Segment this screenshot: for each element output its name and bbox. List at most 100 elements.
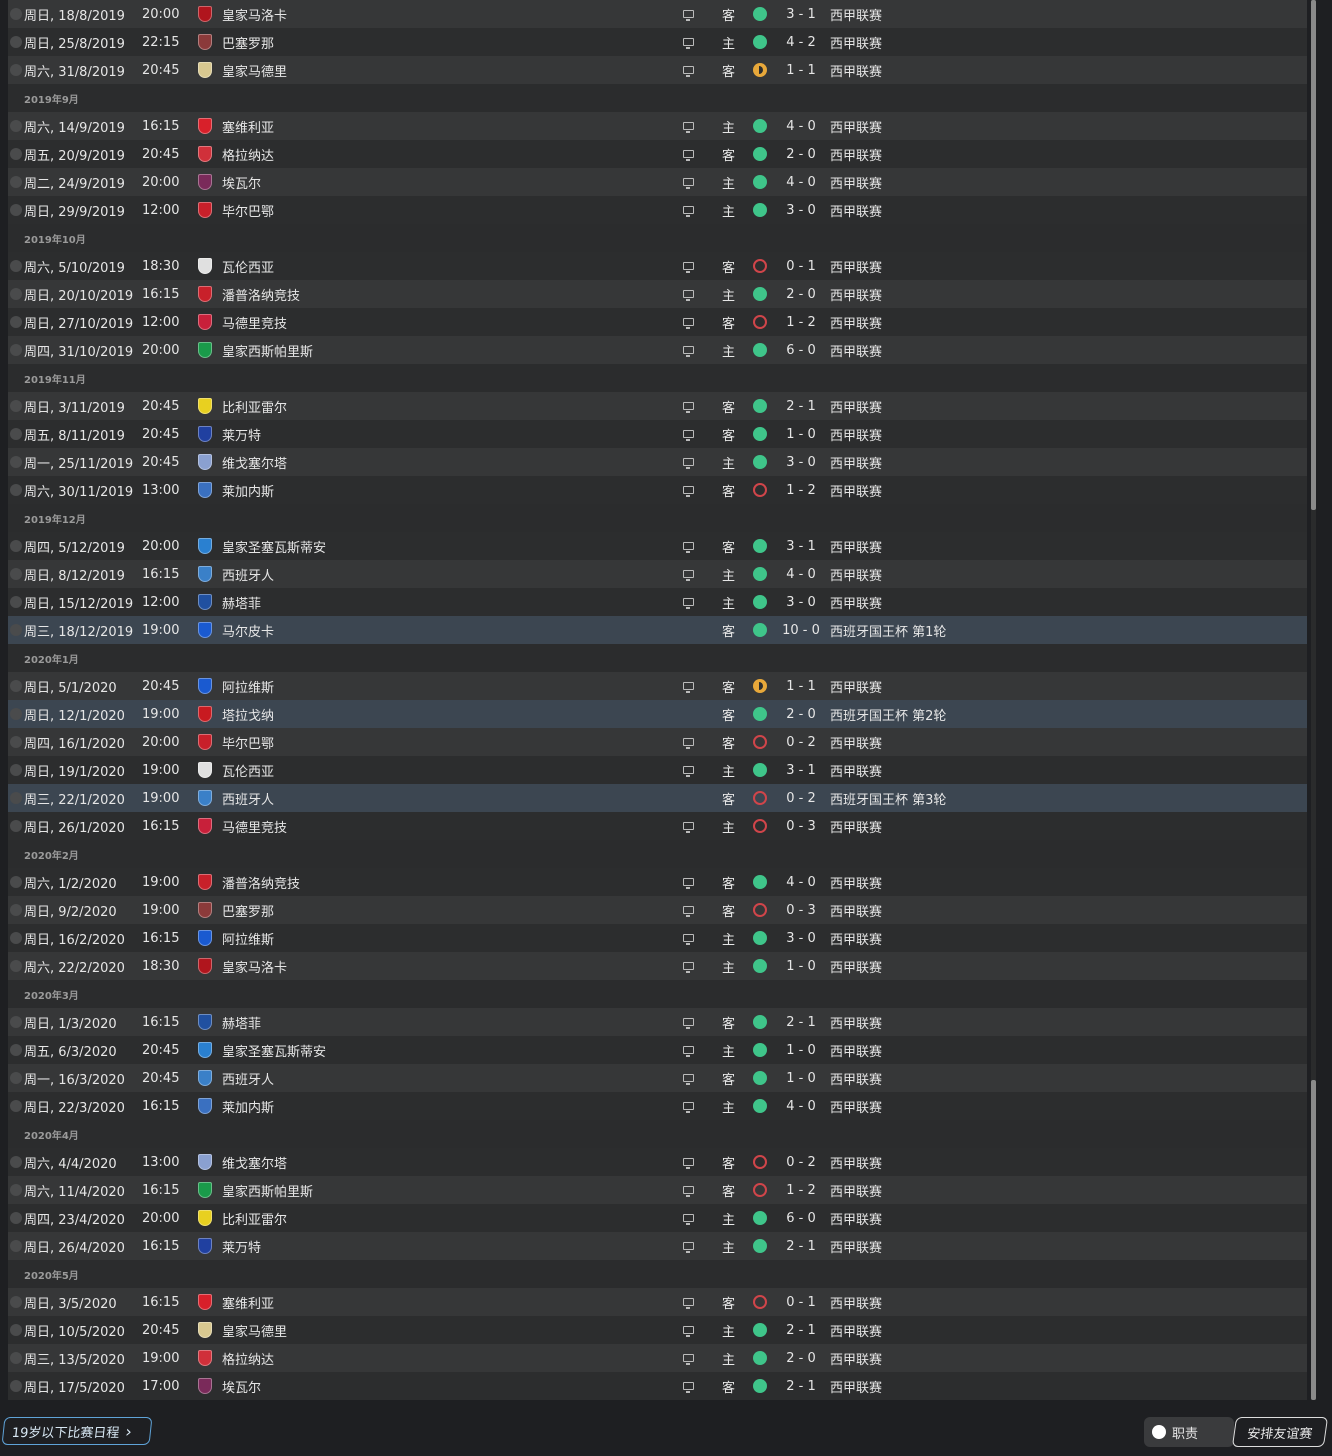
competition[interactable]: 西甲联赛: [830, 1013, 882, 1032]
opponent-name[interactable]: 潘普洛纳竞技: [222, 873, 300, 892]
opponent-name[interactable]: 莱加内斯: [222, 1097, 274, 1116]
fixture-row[interactable]: 周四, 16/1/2020 20:00 毕尔巴鄂 客 0 - 2 西甲联赛: [8, 728, 1307, 756]
competition[interactable]: 西甲联赛: [830, 1293, 882, 1312]
fixture-row[interactable]: 周日, 20/10/2019 16:15 潘普洛纳竞技 主 2 - 0 西甲联赛: [8, 280, 1307, 308]
fixture-row[interactable]: 周五, 20/9/2019 20:45 格拉纳达 客 2 - 0 西甲联赛: [8, 140, 1307, 168]
fixture-row[interactable]: 周日, 9/2/2020 19:00 巴塞罗那 客 0 - 3 西甲联赛: [8, 896, 1307, 924]
fixture-row[interactable]: 周四, 5/12/2019 20:00 皇家圣塞瓦斯蒂安 客 3 - 1 西甲联赛: [8, 532, 1307, 560]
opponent-name[interactable]: 皇家西斯帕里斯: [222, 341, 313, 360]
fixture-row[interactable]: 周二, 24/9/2019 20:00 埃瓦尔 主 4 - 0 西甲联赛: [8, 168, 1307, 196]
competition[interactable]: 西甲联赛: [830, 817, 882, 836]
fixture-row[interactable]: 周四, 31/10/2019 20:00 皇家西斯帕里斯 主 6 - 0 西甲联赛: [8, 336, 1307, 364]
fixture-row[interactable]: 周日, 25/8/2019 22:15 巴塞罗那 主 4 - 2 西甲联赛: [8, 28, 1307, 56]
competition[interactable]: 西甲联赛: [830, 453, 882, 472]
competition[interactable]: 西甲联赛: [830, 33, 882, 52]
opponent-name[interactable]: 皇家马洛卡: [222, 957, 287, 976]
competition[interactable]: 西甲联赛: [830, 285, 882, 304]
score[interactable]: 2 - 1: [776, 1239, 826, 1254]
competition[interactable]: 西甲联赛: [830, 1041, 882, 1060]
opponent-name[interactable]: 塔拉戈纳: [222, 705, 274, 724]
fixture-row[interactable]: 周六, 4/4/2020 13:00 维戈塞尔塔 客 0 - 2 西甲联赛: [8, 1148, 1307, 1176]
score[interactable]: 10 - 0: [776, 623, 826, 638]
fixture-row[interactable]: 周五, 8/11/2019 20:45 莱万特 客 1 - 0 西甲联赛: [8, 420, 1307, 448]
score[interactable]: 1 - 2: [776, 315, 826, 330]
opponent-name[interactable]: 巴塞罗那: [222, 901, 274, 920]
competition[interactable]: 西甲联赛: [830, 1377, 882, 1396]
opponent-name[interactable]: 皇家圣塞瓦斯蒂安: [222, 1041, 326, 1060]
opponent-name[interactable]: 毕尔巴鄂: [222, 201, 274, 220]
opponent-name[interactable]: 比利亚雷尔: [222, 1209, 287, 1228]
score[interactable]: 3 - 1: [776, 7, 826, 22]
competition[interactable]: 西甲联赛: [830, 901, 882, 920]
competition[interactable]: 西甲联赛: [830, 565, 882, 584]
opponent-name[interactable]: 莱万特: [222, 425, 261, 444]
fixture-row[interactable]: 周日, 19/1/2020 19:00 瓦伦西亚 主 3 - 1 西甲联赛: [8, 756, 1307, 784]
scrollbar-thumb-lower[interactable]: [1311, 1080, 1316, 1400]
competition[interactable]: 西甲联赛: [830, 957, 882, 976]
score[interactable]: 2 - 0: [776, 707, 826, 722]
competition[interactable]: 西甲联赛: [830, 425, 882, 444]
fixture-row[interactable]: 周三, 18/12/2019 19:00 马尔皮卡 客 10 - 0 西班牙国王杯 第1轮: [8, 616, 1307, 644]
competition[interactable]: 西甲联赛: [830, 677, 882, 696]
competition[interactable]: 西甲联赛: [830, 61, 882, 80]
competition[interactable]: 西甲联赛: [830, 537, 882, 556]
competition[interactable]: 西甲联赛: [830, 733, 882, 752]
opponent-name[interactable]: 马德里竞技: [222, 313, 287, 332]
scrollbar-thumb[interactable]: [1311, 0, 1316, 510]
competition[interactable]: 西甲联赛: [830, 201, 882, 220]
fixture-row[interactable]: 周一, 25/11/2019 20:45 维戈塞尔塔 主 3 - 0 西甲联赛: [8, 448, 1307, 476]
score[interactable]: 4 - 0: [776, 567, 826, 582]
opponent-name[interactable]: 马尔皮卡: [222, 621, 274, 640]
score[interactable]: 2 - 1: [776, 1323, 826, 1338]
competition[interactable]: 西甲联赛: [830, 145, 882, 164]
competition[interactable]: 西甲联赛: [830, 1181, 882, 1200]
score[interactable]: 4 - 2: [776, 35, 826, 50]
competition[interactable]: 西甲联赛: [830, 117, 882, 136]
opponent-name[interactable]: 阿拉维斯: [222, 929, 274, 948]
competition[interactable]: 西甲联赛: [830, 1321, 882, 1340]
opponent-name[interactable]: 维戈塞尔塔: [222, 453, 287, 472]
opponent-name[interactable]: 格拉纳达: [222, 1349, 274, 1368]
fixture-row[interactable]: 周三, 13/5/2020 19:00 格拉纳达 主 2 - 0 西甲联赛: [8, 1344, 1307, 1372]
opponent-name[interactable]: 西班牙人: [222, 1069, 274, 1088]
score[interactable]: 0 - 1: [776, 259, 826, 274]
opponent-name[interactable]: 潘普洛纳竞技: [222, 285, 300, 304]
competition[interactable]: 西班牙国王杯 第2轮: [830, 705, 946, 724]
competition[interactable]: 西甲联赛: [830, 1237, 882, 1256]
fixture-row[interactable]: 周日, 22/3/2020 16:15 莱加内斯 主 4 - 0 西甲联赛: [8, 1092, 1307, 1120]
opponent-name[interactable]: 西班牙人: [222, 565, 274, 584]
opponent-name[interactable]: 马德里竞技: [222, 817, 287, 836]
score[interactable]: 1 - 0: [776, 427, 826, 442]
score[interactable]: 6 - 0: [776, 343, 826, 358]
competition[interactable]: 西甲联赛: [830, 1153, 882, 1172]
competition[interactable]: 西班牙国王杯 第3轮: [830, 789, 946, 808]
score[interactable]: 1 - 2: [776, 483, 826, 498]
opponent-name[interactable]: 格拉纳达: [222, 145, 274, 164]
fixture-row[interactable]: 周五, 6/3/2020 20:45 皇家圣塞瓦斯蒂安 主 1 - 0 西甲联赛: [8, 1036, 1307, 1064]
competition[interactable]: 西甲联赛: [830, 313, 882, 332]
fixture-row[interactable]: 周日, 12/1/2020 19:00 塔拉戈纳 客 2 - 0 西班牙国王杯 第2轮: [8, 700, 1307, 728]
opponent-name[interactable]: 毕尔巴鄂: [222, 733, 274, 752]
fixture-row[interactable]: 周日, 3/5/2020 16:15 塞维利亚 客 0 - 1 西甲联赛: [8, 1288, 1307, 1316]
fixture-row[interactable]: 周日, 1/3/2020 16:15 赫塔菲 客 2 - 1 西甲联赛: [8, 1008, 1307, 1036]
score[interactable]: 2 - 0: [776, 287, 826, 302]
fixture-row[interactable]: 周六, 1/2/2020 19:00 潘普洛纳竞技 客 4 - 0 西甲联赛: [8, 868, 1307, 896]
fixture-row[interactable]: 周日, 18/8/2019 20:00 皇家马洛卡 客 3 - 1 西甲联赛: [8, 0, 1307, 28]
opponent-name[interactable]: 塞维利亚: [222, 1293, 274, 1312]
score[interactable]: 6 - 0: [776, 1211, 826, 1226]
arrange-friendly-button[interactable]: 安排友谊赛: [1231, 1417, 1329, 1447]
competition[interactable]: 西甲联赛: [830, 929, 882, 948]
opponent-name[interactable]: 赫塔菲: [222, 1013, 261, 1032]
competition[interactable]: 西甲联赛: [830, 397, 882, 416]
fixture-row[interactable]: 周日, 17/5/2020 17:00 埃瓦尔 客 2 - 1 西甲联赛: [8, 1372, 1307, 1400]
fixture-row[interactable]: 周日, 27/10/2019 12:00 马德里竞技 客 1 - 2 西甲联赛: [8, 308, 1307, 336]
score[interactable]: 0 - 2: [776, 735, 826, 750]
score[interactable]: 4 - 0: [776, 175, 826, 190]
fixture-row[interactable]: 周六, 30/11/2019 13:00 莱加内斯 客 1 - 2 西甲联赛: [8, 476, 1307, 504]
score[interactable]: 0 - 2: [776, 791, 826, 806]
competition[interactable]: 西甲联赛: [830, 1349, 882, 1368]
fixture-row[interactable]: 周六, 31/8/2019 20:45 皇家马德里 客 1 - 1 西甲联赛: [8, 56, 1307, 84]
opponent-name[interactable]: 赫塔菲: [222, 593, 261, 612]
fixture-row[interactable]: 周四, 23/4/2020 20:00 比利亚雷尔 主 6 - 0 西甲联赛: [8, 1204, 1307, 1232]
score[interactable]: 2 - 0: [776, 1351, 826, 1366]
